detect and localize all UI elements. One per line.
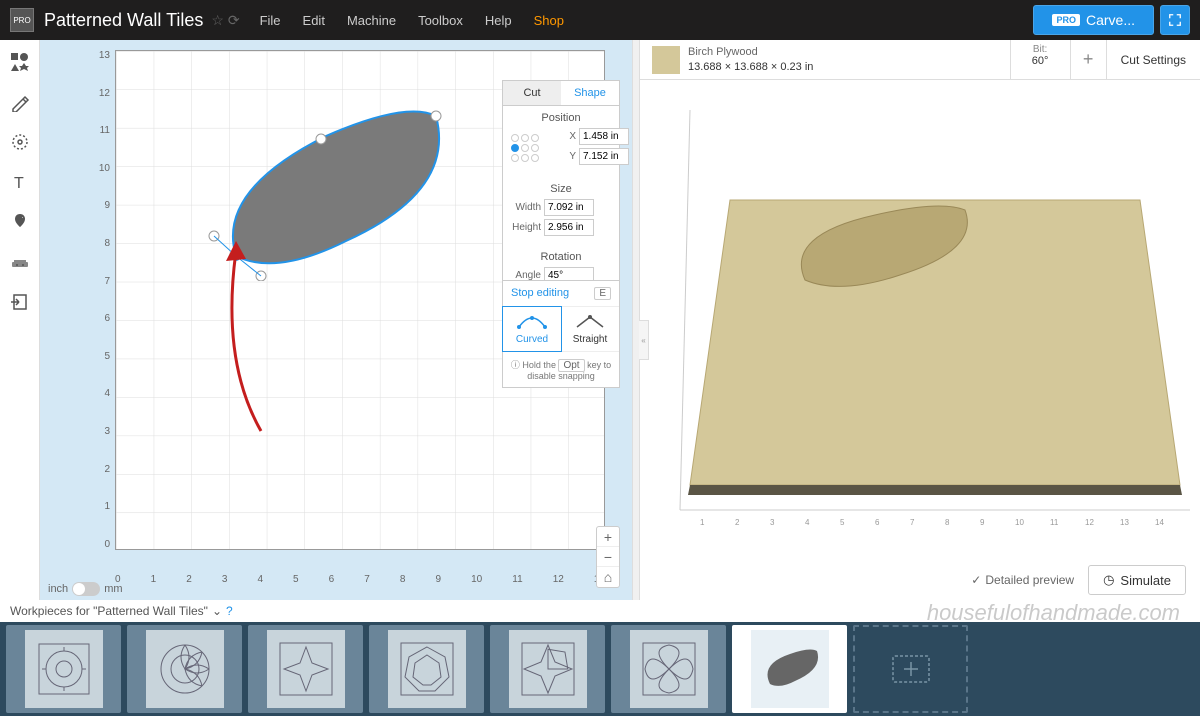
apps-tool-icon[interactable] bbox=[6, 208, 34, 236]
app-logo-icon: PRO bbox=[10, 8, 34, 32]
toggle-switch[interactable] bbox=[72, 582, 100, 596]
svg-text:2: 2 bbox=[735, 518, 740, 527]
node-type-straight[interactable]: Straight bbox=[561, 307, 619, 351]
svg-text:9: 9 bbox=[980, 518, 985, 527]
stop-editing-button[interactable]: Stop editing E bbox=[503, 281, 619, 307]
menu-toolbox[interactable]: Toolbox bbox=[418, 13, 463, 28]
height-input[interactable] bbox=[544, 219, 594, 236]
workpiece-tile[interactable] bbox=[127, 625, 242, 713]
stamp-tool-icon[interactable] bbox=[6, 248, 34, 276]
svg-text:1: 1 bbox=[700, 518, 705, 527]
left-toolbar: T bbox=[0, 40, 40, 600]
add-workpiece-button[interactable] bbox=[853, 625, 968, 713]
svg-text:5: 5 bbox=[840, 518, 845, 527]
detailed-preview-toggle[interactable]: ✓ Detailed preview bbox=[971, 573, 1074, 587]
zoom-out-button[interactable]: − bbox=[597, 547, 619, 567]
app-header: PRO Patterned Wall Tiles ☆ ⟳ File Edit M… bbox=[0, 0, 1200, 40]
position-heading: Position bbox=[511, 112, 611, 124]
fullscreen-button[interactable] bbox=[1160, 5, 1190, 35]
favorite-star-icon[interactable]: ☆ ⟳ bbox=[211, 12, 239, 29]
node-edit-panel: Stop editing E Curved Straight ⓘ Hold th… bbox=[502, 280, 620, 388]
design-canvas[interactable]: 131211109876543210 bbox=[40, 40, 632, 600]
snapping-hint: ⓘ Hold the Opt key to disable snapping bbox=[503, 352, 619, 387]
svg-text:3: 3 bbox=[770, 518, 775, 527]
workpiece-tile[interactable] bbox=[248, 625, 363, 713]
zoom-in-button[interactable]: + bbox=[597, 527, 619, 547]
svg-text:6: 6 bbox=[875, 518, 880, 527]
zoom-fit-button[interactable]: ⌂ bbox=[597, 567, 619, 587]
svg-text:12: 12 bbox=[1085, 518, 1094, 527]
text-tool-icon[interactable]: T bbox=[6, 168, 34, 196]
menu-shop[interactable]: Shop bbox=[534, 13, 564, 28]
x-axis-labels: 012345678910111213 bbox=[115, 574, 605, 585]
import-tool-icon[interactable] bbox=[6, 288, 34, 316]
main-menu: File Edit Machine Toolbox Help Shop bbox=[260, 13, 564, 28]
tab-shape[interactable]: Shape bbox=[561, 81, 619, 105]
add-bit-button[interactable]: + bbox=[1071, 40, 1107, 79]
svg-text:T: T bbox=[14, 175, 24, 192]
carve-button[interactable]: PRO Carve... bbox=[1033, 5, 1154, 35]
svg-text:8: 8 bbox=[945, 518, 950, 527]
preview-panel: « Birch Plywood 13.688 × 13.688 × 0.23 i… bbox=[640, 40, 1200, 600]
pen-tool-icon[interactable] bbox=[6, 88, 34, 116]
drill-tool-icon[interactable] bbox=[6, 128, 34, 156]
workpiece-tile-active[interactable] bbox=[732, 625, 847, 713]
shapes-tool-icon[interactable] bbox=[6, 48, 34, 76]
workpiece-tile[interactable] bbox=[490, 625, 605, 713]
bit-selector[interactable]: Bit: 60° bbox=[1011, 40, 1071, 79]
tab-cut[interactable]: Cut bbox=[503, 81, 561, 105]
workpiece-tile[interactable] bbox=[611, 625, 726, 713]
simulate-button[interactable]: ◷ Simulate bbox=[1088, 565, 1186, 595]
annotation-arrow-icon bbox=[211, 241, 291, 441]
preview-3d-viewport[interactable]: 1234567891011121314 bbox=[640, 80, 1200, 560]
width-input[interactable] bbox=[544, 199, 594, 216]
svg-text:14: 14 bbox=[1155, 518, 1164, 527]
material-selector[interactable]: Birch Plywood 13.688 × 13.688 × 0.23 in bbox=[640, 40, 1011, 79]
workpiece-tile[interactable] bbox=[6, 625, 121, 713]
menu-help[interactable]: Help bbox=[485, 13, 512, 28]
position-y-input[interactable] bbox=[579, 148, 629, 165]
workpiece-tile[interactable] bbox=[369, 625, 484, 713]
zoom-controls: + − ⌂ bbox=[596, 526, 620, 588]
pro-badge: PRO bbox=[1052, 14, 1080, 26]
menu-file[interactable]: File bbox=[260, 13, 281, 28]
menu-edit[interactable]: Edit bbox=[303, 13, 325, 28]
node-type-curved[interactable]: Curved bbox=[502, 306, 562, 352]
anchor-selector[interactable] bbox=[511, 134, 539, 162]
project-title: Patterned Wall Tiles bbox=[44, 10, 203, 31]
workpieces-strip bbox=[0, 622, 1200, 716]
chevron-down-icon: ⌄ bbox=[212, 604, 222, 618]
size-heading: Size bbox=[511, 183, 611, 195]
cut-settings-button[interactable]: Cut Settings bbox=[1107, 40, 1200, 79]
keyboard-shortcut-badge: E bbox=[594, 287, 611, 300]
position-x-input[interactable] bbox=[579, 128, 629, 145]
unit-toggle[interactable]: inch mm bbox=[48, 582, 123, 596]
svg-text:13: 13 bbox=[1120, 518, 1129, 527]
svg-text:11: 11 bbox=[1050, 518, 1059, 527]
svg-text:4: 4 bbox=[805, 518, 810, 527]
menu-machine[interactable]: Machine bbox=[347, 13, 396, 28]
workpieces-header[interactable]: Workpieces for "Patterned Wall Tiles" ⌄ … bbox=[0, 600, 1200, 622]
y-axis-labels: 131211109876543210 bbox=[90, 50, 110, 550]
rotation-heading: Rotation bbox=[511, 251, 611, 263]
svg-text:7: 7 bbox=[910, 518, 915, 527]
help-icon[interactable]: ? bbox=[226, 604, 233, 618]
svg-text:10: 10 bbox=[1015, 518, 1024, 527]
properties-panel: Cut Shape Position X Y Size Width Height bbox=[502, 80, 620, 294]
workpieces-panel: Workpieces for "Patterned Wall Tiles" ⌄ … bbox=[0, 600, 1200, 716]
material-swatch-icon bbox=[652, 46, 680, 74]
